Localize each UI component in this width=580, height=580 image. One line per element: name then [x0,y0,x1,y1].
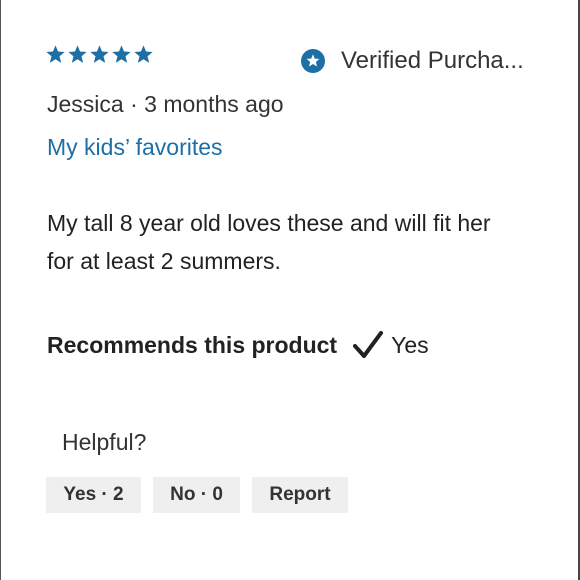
feedback-buttons: Yes · 2 No · 0 Report [46,477,348,513]
star-icon [46,45,65,63]
review-body: My tall 8 year old loves these and will … [47,210,491,274]
star-rating [45,44,154,65]
checkmark-icon [353,331,384,358]
helpful-prompt: Helpful? [62,429,147,455]
star-badge-icon [301,49,325,73]
recommendation-row: Recommends this product Yes [47,330,429,360]
recommends-value: Yes [391,331,429,358]
report-button[interactable]: Report [252,477,348,513]
review-meta: Jessica · 3 months ago [47,91,284,118]
helpful-yes-button[interactable]: Yes · 2 [46,477,141,513]
meta-separator: · [130,91,138,117]
recommends-label: Recommends this product [47,331,338,358]
star-icon [68,45,87,63]
star-icon [90,45,109,63]
verified-purchase-label: Verified Purcha... [341,47,524,74]
helpful-no-button[interactable]: No · 0 [153,477,240,513]
author-name: Jessica [47,91,124,117]
review-date: 3 months ago [144,91,284,117]
review-title: My kids’ favorites [47,134,223,160]
verified-purchase-badge: Verified Purcha... [301,47,524,75]
star-icon [112,45,131,63]
star-icon [134,45,153,63]
review-card: Verified Purcha... Jessica · 3 months ag… [0,0,580,580]
